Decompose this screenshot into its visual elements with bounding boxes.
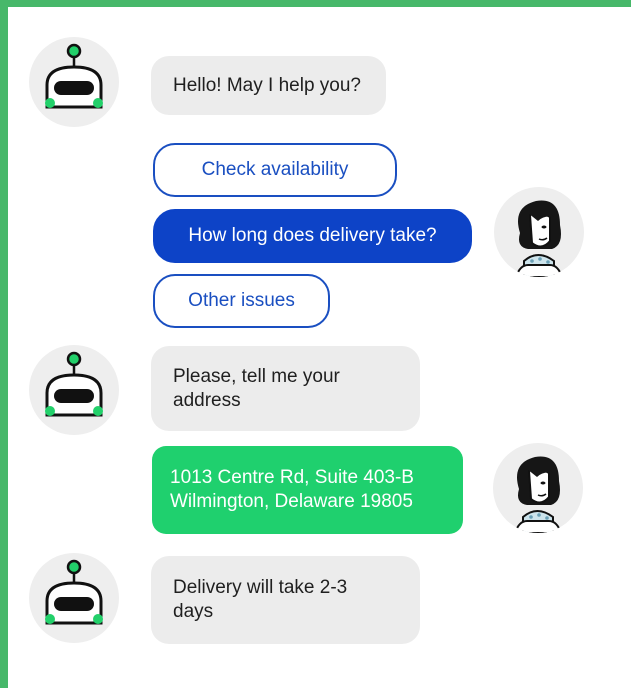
user-message-address: 1013 Centre Rd, Suite 403-B Wilmington, … — [152, 446, 463, 534]
robot-icon — [45, 559, 103, 625]
user-avatar — [494, 187, 584, 277]
bot-avatar — [29, 345, 119, 435]
bot-message-text: Please, tell me your address — [173, 365, 340, 411]
woman-portrait-icon — [513, 456, 563, 533]
robot-icon — [45, 43, 103, 109]
bot-message-text: Hello! May I help you? — [173, 74, 361, 96]
bot-avatar — [29, 37, 119, 127]
user-avatar — [493, 443, 583, 533]
bot-message-text: Delivery will take 2-3 days — [173, 577, 348, 622]
woman-portrait-icon — [514, 200, 564, 277]
option-check-availability[interactable]: Check availability — [153, 143, 397, 197]
bot-avatar — [29, 553, 119, 643]
option-label: Check availability — [201, 159, 349, 180]
bot-message-greeting: Hello! May I help you? — [151, 56, 386, 115]
option-delivery-time[interactable]: How long does delivery take? — [153, 209, 472, 263]
bot-message-delivery-time: Delivery will take 2-3 days — [151, 556, 420, 644]
robot-icon — [45, 351, 103, 417]
user-message-text: 1013 Centre Rd, Suite 403-B Wilmington, … — [170, 467, 414, 512]
option-label: Other issues — [188, 290, 295, 311]
option-label: How long does delivery take? — [188, 225, 437, 246]
option-other-issues[interactable]: Other issues — [153, 274, 330, 328]
bot-message-address-request: Please, tell me your address — [151, 346, 420, 431]
chat-window: Hello! May I help you? Check availabilit… — [8, 7, 631, 688]
